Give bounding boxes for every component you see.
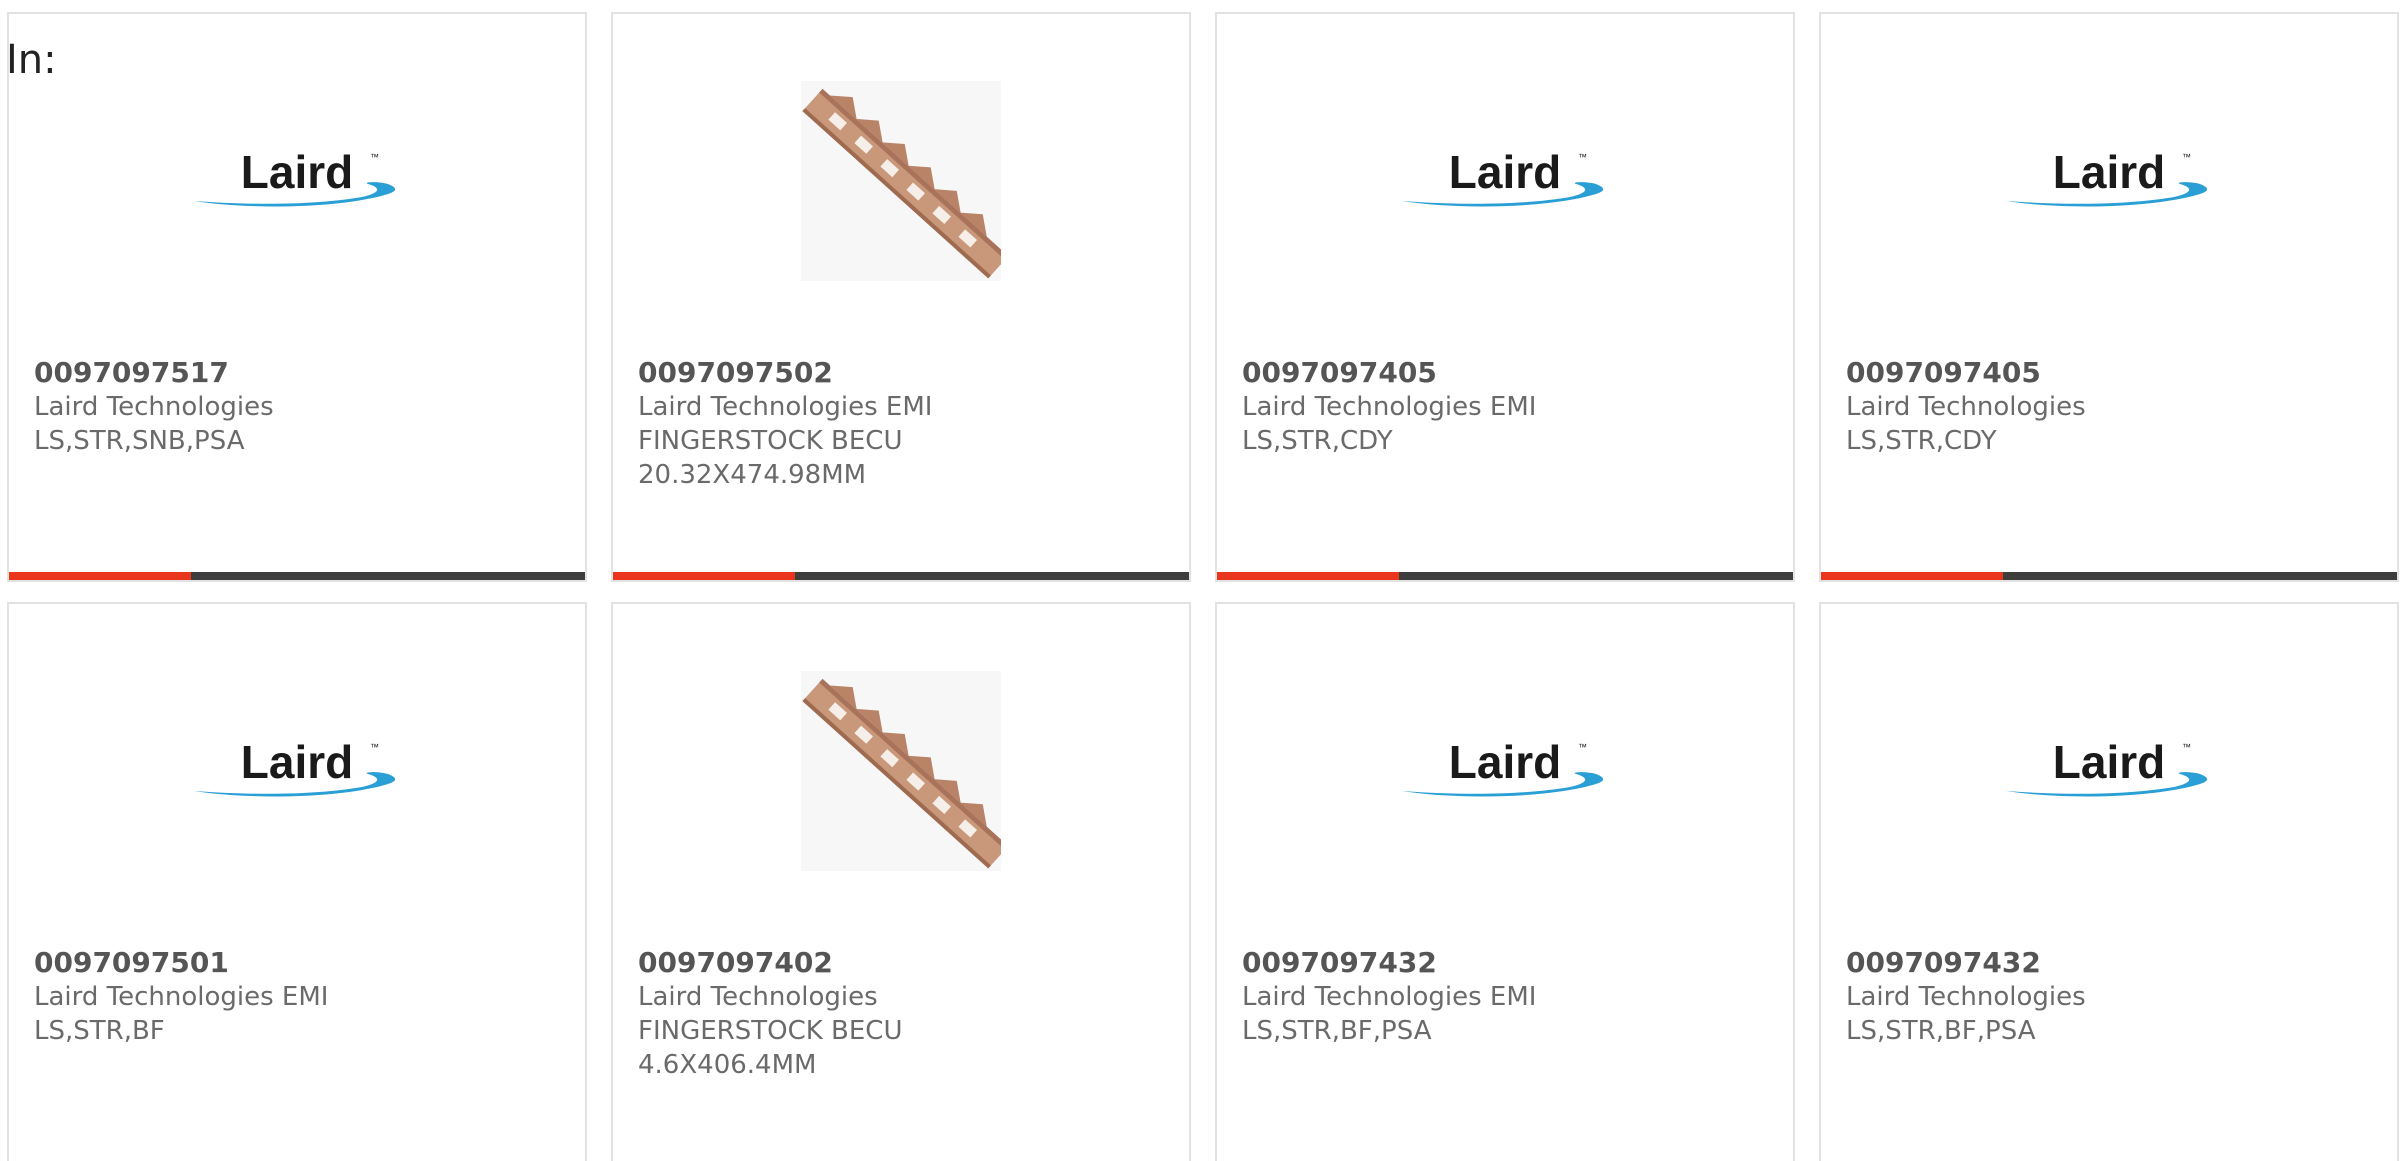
card-footer-bar [1821, 572, 2397, 580]
part-number[interactable]: 0097097405 [1846, 356, 2377, 390]
laird-logo-image[interactable]: Laird ™ [1217, 76, 1793, 286]
part-number[interactable]: 0097097501 [34, 946, 565, 980]
fingerstock-product-image[interactable] [613, 666, 1189, 876]
manufacturer-name: Laird Technologies EMI [34, 982, 329, 1012]
manufacturer-name: Laird Technologies [1846, 982, 2086, 1012]
product-card[interactable]: Laird ™ 0097097432 Laird Technologies LS,S… [1819, 602, 2399, 1161]
card-footer-bar [1217, 572, 1793, 580]
product-card[interactable]: 0097097402 Laird Technologies FINGERSTOCK … [611, 602, 1191, 1161]
fingerstock-product-image[interactable] [613, 76, 1189, 286]
product-info: 0097097402 Laird Technologies FINGERSTOCK … [638, 946, 1169, 1082]
svg-text:™: ™ [370, 152, 379, 162]
card-footer-accent [9, 572, 191, 580]
manufacturer-name: Laird Technologies [34, 392, 274, 422]
product-grid-page: In: Laird ™ 0097097517 Laird Technologies… [0, 0, 2400, 1161]
svg-text:Laird: Laird [241, 736, 353, 788]
product-description: LS,STR,BF,PSA [1242, 1016, 1432, 1046]
manufacturer-name: Laird Technologies EMI [638, 392, 933, 422]
svg-text:™: ™ [1578, 742, 1587, 752]
product-info: 0097097432 Laird Technologies EMI LS,STR,B… [1242, 946, 1773, 1048]
product-description: FINGERSTOCK BECU 20.32X474.98MM [638, 426, 903, 490]
svg-text:Laird: Laird [241, 146, 353, 198]
manufacturer-name: Laird Technologies EMI [1242, 982, 1537, 1012]
product-info: 0097097405 Laird Technologies LS,STR,CDY [1846, 356, 2377, 458]
product-description: FINGERSTOCK BECU 4.6X406.4MM [638, 1016, 903, 1080]
card-footer-bar [613, 572, 1189, 580]
product-description: LS,STR,SNB,PSA [34, 426, 245, 456]
svg-text:™: ™ [370, 742, 379, 752]
product-info: 0097097501 Laird Technologies EMI LS,STR,B… [34, 946, 565, 1048]
part-number[interactable]: 0097097402 [638, 946, 1169, 980]
svg-text:Laird: Laird [2053, 146, 2165, 198]
svg-text:Laird: Laird [2053, 736, 2165, 788]
svg-text:Laird: Laird [1449, 736, 1561, 788]
card-footer-accent [613, 572, 795, 580]
laird-logo-image[interactable]: Laird ™ [1821, 76, 2397, 286]
product-description: LS,STR,BF [34, 1016, 165, 1046]
part-number[interactable]: 0097097432 [1846, 946, 2377, 980]
product-description: LS,STR,BF,PSA [1846, 1016, 2036, 1046]
product-card[interactable]: Laird ™ 0097097405 Laird Technologies LS,S… [1819, 12, 2399, 582]
manufacturer-name: Laird Technologies [638, 982, 878, 1012]
part-number[interactable]: 0097097405 [1242, 356, 1773, 390]
svg-text:Laird: Laird [1449, 146, 1561, 198]
manufacturer-name: Laird Technologies EMI [1242, 392, 1537, 422]
product-description: LS,STR,CDY [1846, 426, 1997, 456]
part-number[interactable]: 0097097432 [1242, 946, 1773, 980]
product-info: 0097097432 Laird Technologies LS,STR,BF,PS… [1846, 946, 2377, 1048]
product-card[interactable]: Laird ™ 0097097501 Laird Technologies EMI… [7, 602, 587, 1161]
filter-label: In: [6, 37, 57, 83]
laird-logo-image[interactable]: Laird ™ [9, 76, 585, 286]
svg-text:™: ™ [1578, 152, 1587, 162]
card-footer-bar [9, 572, 585, 580]
card-footer-accent [1217, 572, 1399, 580]
manufacturer-name: Laird Technologies [1846, 392, 2086, 422]
svg-text:™: ™ [2182, 152, 2191, 162]
product-card[interactable]: Laird ™ 0097097517 Laird Technologies LS,S… [7, 12, 587, 582]
laird-logo-image[interactable]: Laird ™ [1821, 666, 2397, 876]
product-description: LS,STR,CDY [1242, 426, 1393, 456]
card-footer-accent [1821, 572, 2003, 580]
product-card[interactable]: Laird ™ 0097097405 Laird Technologies EMI… [1215, 12, 1795, 582]
laird-logo-image[interactable]: Laird ™ [1217, 666, 1793, 876]
product-info: 0097097405 Laird Technologies EMI LS,STR,C… [1242, 356, 1773, 458]
laird-logo-image[interactable]: Laird ™ [9, 666, 585, 876]
product-grid: Laird ™ 0097097517 Laird Technologies LS,S… [7, 12, 2400, 1161]
svg-text:™: ™ [2182, 742, 2191, 752]
product-card[interactable]: Laird ™ 0097097432 Laird Technologies EMI… [1215, 602, 1795, 1161]
product-info: 0097097502 Laird Technologies EMI FINGERST… [638, 356, 1169, 492]
product-card[interactable]: 0097097502 Laird Technologies EMI FINGERST… [611, 12, 1191, 582]
part-number[interactable]: 0097097517 [34, 356, 565, 390]
part-number[interactable]: 0097097502 [638, 356, 1169, 390]
product-info: 0097097517 Laird Technologies LS,STR,SNB,P… [34, 356, 565, 458]
